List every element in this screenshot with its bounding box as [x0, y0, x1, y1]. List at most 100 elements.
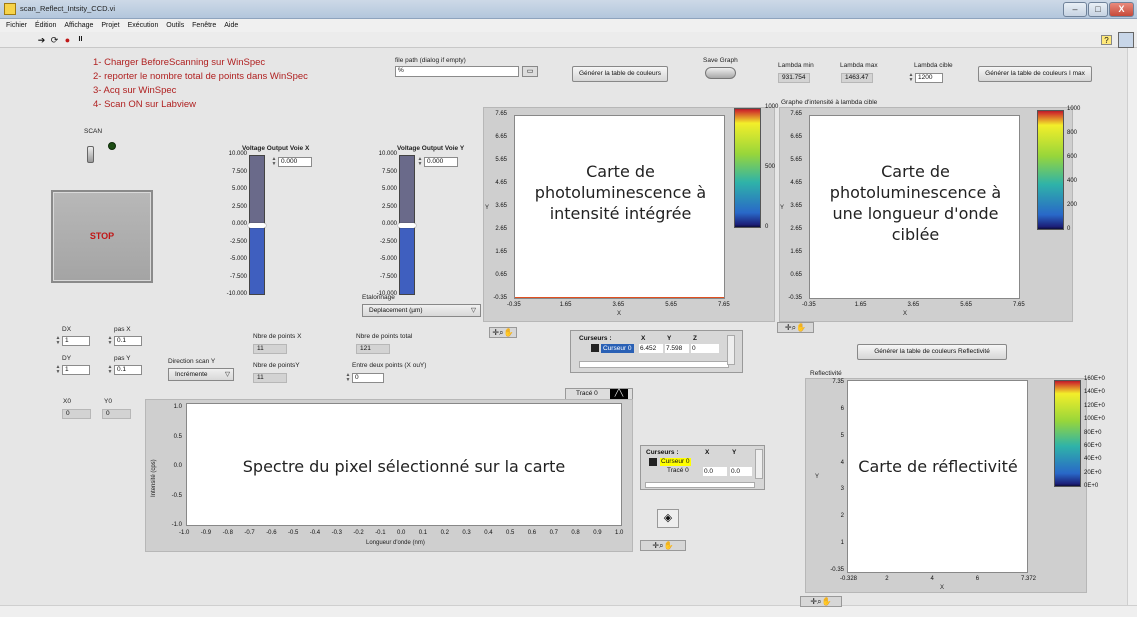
tick-label: -0.7	[244, 530, 255, 536]
pl-target-map-plot[interactable]: Carte de photoluminescence à une longueu…	[809, 115, 1020, 299]
cursor2-col-y: Y	[732, 449, 737, 456]
cursor2-y-value[interactable]: 0.0	[730, 467, 752, 476]
menu-fichier[interactable]: Fichier	[6, 19, 27, 32]
direction-dropdown[interactable]: Incrémente ▽	[168, 368, 234, 381]
crosshair-icon[interactable]: ✛	[785, 323, 792, 332]
graph-palette-4[interactable]: ✛⌕✋	[800, 596, 842, 607]
cursor-move-pad-icon[interactable]: ◈	[657, 509, 679, 528]
tick-label: 5.65	[495, 157, 507, 163]
pl-target-colorbar[interactable]	[1037, 110, 1064, 230]
tick-label: 0.7	[549, 530, 558, 536]
tick-label: 0.5	[173, 433, 182, 440]
menu-execution[interactable]: Exécution	[128, 19, 159, 32]
voltage-y-input[interactable]: 0.000	[424, 157, 458, 167]
nbtotal-label: Nbre de points total	[356, 333, 413, 340]
voltage-y-spinner-icon[interactable]: ▲ ▼	[417, 157, 423, 167]
pasy-spinner-icon[interactable]: ▲ ▼	[107, 365, 113, 375]
tick-label: 0.9	[593, 530, 602, 536]
maximize-button[interactable]: □	[1088, 2, 1108, 17]
cursor-y-value[interactable]: 7.598	[665, 344, 689, 353]
dx-input[interactable]: 1	[62, 336, 90, 346]
tick-label: 1.65	[854, 302, 867, 308]
cursor-legend-map1[interactable]: Curseurs : X Y Z Curseur 0 6.452 7.598 0	[570, 330, 743, 373]
graph-palette-2[interactable]: ✛⌕✋	[777, 322, 814, 333]
etalonnage-dropdown[interactable]: Deplacement (µm) ▽	[362, 304, 481, 317]
tick-label: 7.500	[381, 168, 397, 175]
cursor-z-value[interactable]: 0	[691, 344, 719, 353]
cursor-hscroll[interactable]	[579, 361, 729, 368]
lambda-max-value: 1463.47	[841, 73, 873, 83]
vertical-scrollbar[interactable]	[1127, 48, 1137, 605]
cursor-legend-spectrum[interactable]: Curseurs : X Y Curseur 0 Tracé 0 0.0 0.0	[640, 445, 765, 490]
menu-outils[interactable]: Outils	[166, 19, 184, 32]
hand-pan-icon[interactable]: ✋	[504, 328, 514, 337]
cursor-vscroll[interactable]	[727, 335, 735, 365]
pause-icon[interactable]: II	[75, 35, 86, 45]
file-path-label: file path (dialog if empty)	[395, 57, 466, 64]
tick-label: 7.500	[231, 168, 247, 175]
tick-label: 3	[840, 486, 844, 493]
horizontal-scrollbar[interactable]	[0, 605, 1137, 617]
minimize-button[interactable]: –	[1063, 2, 1087, 17]
voltage-y-thumb[interactable]	[398, 223, 416, 228]
voltage-x-thumb[interactable]	[248, 223, 266, 228]
menu-edition[interactable]: Édition	[35, 19, 56, 32]
voltage-x-slider[interactable]	[248, 155, 266, 295]
cursor2-name[interactable]: Curseur 0	[660, 458, 691, 466]
tick-label: -0.35	[830, 567, 844, 573]
help-icon[interactable]: ?	[1101, 35, 1112, 45]
tick-label: 0.1	[418, 530, 428, 536]
cursor-col-z: Z	[693, 335, 697, 342]
cursor-name[interactable]: Curseur 0	[601, 344, 634, 353]
voltage-x-input[interactable]: 0.000	[278, 157, 312, 167]
entre-input[interactable]: 0	[352, 373, 384, 383]
hand-pan-icon[interactable]: ✋	[796, 323, 806, 332]
save-graph-toggle[interactable]	[705, 67, 736, 79]
hand-pan-icon[interactable]: ✋	[664, 541, 674, 550]
graph-palette-3[interactable]: ✛⌕✋	[640, 540, 686, 551]
color-table-refl-button[interactable]: Générer la table de couleurs Reflectivit…	[857, 344, 1007, 360]
pasx-input[interactable]: 0.1	[114, 336, 142, 346]
cursor-x-value[interactable]: 6.452	[639, 344, 663, 353]
lambda-cible-spinner-icon[interactable]: ▲ ▼	[908, 73, 914, 83]
dx-spinner-icon[interactable]: ▲ ▼	[55, 336, 61, 346]
menu-aide[interactable]: Aide	[224, 19, 238, 32]
dy-spinner-icon[interactable]: ▲ ▼	[55, 365, 61, 375]
color-table-button[interactable]: Générer la table de couleurs	[572, 66, 668, 82]
run-continuous-icon[interactable]: ⟳	[49, 35, 60, 45]
menu-fenetre[interactable]: Fenêtre	[192, 19, 216, 32]
entre-spinner-icon[interactable]: ▲ ▼	[345, 373, 351, 383]
menu-affichage[interactable]: Affichage	[64, 19, 93, 32]
pasx-spinner-icon[interactable]: ▲ ▼	[107, 336, 113, 346]
hand-pan-icon[interactable]: ✋	[822, 597, 832, 606]
cursor2-x-value[interactable]: 0.0	[703, 467, 727, 476]
spectrum-plot[interactable]: Spectre du pixel sélectionné sur la cart…	[186, 403, 622, 526]
refl-map-plot[interactable]: Carte de réflectivité	[847, 380, 1028, 573]
refl-colorbar[interactable]	[1054, 380, 1081, 487]
run-arrow-icon[interactable]: ➔	[36, 35, 47, 45]
file-path-input[interactable]: %	[395, 66, 519, 77]
voltage-x-spinner-icon[interactable]: ▲ ▼	[271, 157, 277, 167]
browse-folder-icon[interactable]: ▭	[522, 66, 538, 77]
abort-icon[interactable]: ●	[62, 35, 73, 45]
cursor2-hscroll[interactable]	[645, 482, 755, 488]
voltage-y-slider[interactable]	[398, 155, 416, 295]
tick-label: 20E+0	[1084, 469, 1102, 476]
tick-label: 600	[1067, 154, 1078, 160]
pl-integrated-map-plot[interactable]: Carte de photoluminescence à intensité i…	[514, 115, 725, 299]
stop-button[interactable]: STOP	[51, 190, 153, 283]
menu-projet[interactable]: Projet	[101, 19, 119, 32]
close-button[interactable]: X	[1109, 2, 1134, 17]
scan-toggle-switch[interactable]	[87, 146, 94, 163]
lambda-cible-input[interactable]: 1200	[915, 73, 943, 83]
tick-label: 1.65	[790, 249, 802, 255]
graph-palette-1[interactable]: ✛⌕✋	[489, 327, 517, 338]
cursor2-vscroll[interactable]	[755, 449, 763, 479]
tick-label: 1.0	[615, 530, 624, 536]
color-table-imax-button[interactable]: Générer la table de couleurs I max	[978, 66, 1092, 82]
pasy-input[interactable]: 0.1	[114, 365, 142, 375]
pl-integrated-colorbar[interactable]	[734, 108, 761, 228]
title-bar: scan_Reflect_Intsity_CCD.vi – □ X	[0, 0, 1137, 19]
dy-input[interactable]: 1	[62, 365, 90, 375]
nby-value: 11	[253, 373, 287, 383]
